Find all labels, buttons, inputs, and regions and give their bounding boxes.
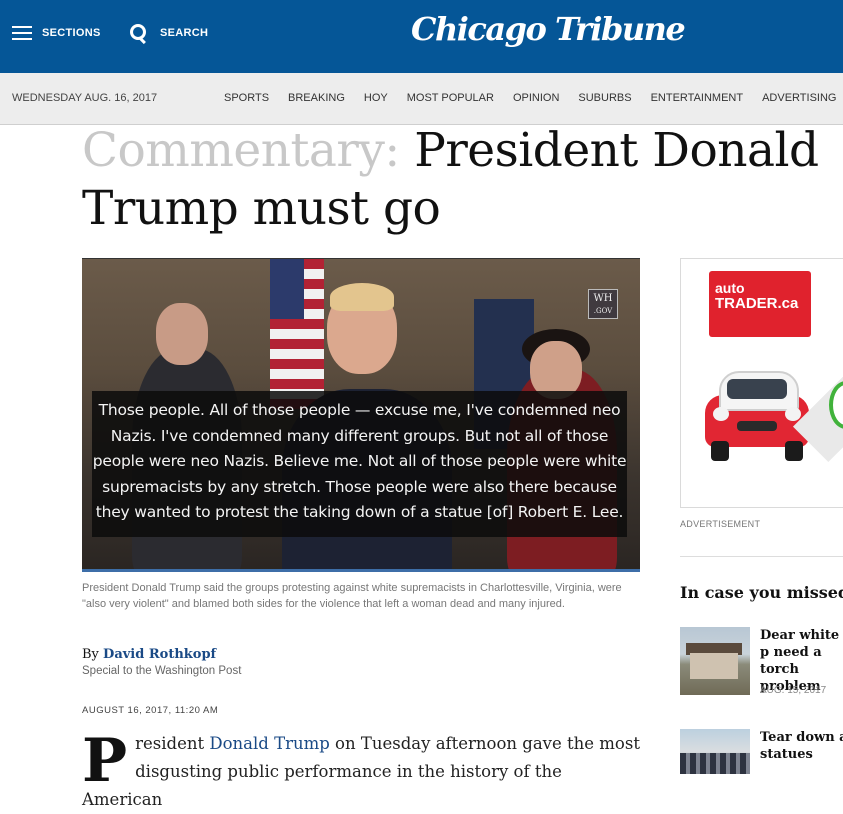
car-image — [701, 363, 813, 463]
story-title[interactable]: Tear down a statues — [760, 729, 843, 763]
article-headline: Commentary: President Donald Trump must … — [82, 122, 843, 238]
current-date: WEDNESDAY AUG. 16, 2017 — [12, 92, 158, 104]
article-video[interactable]: WH .GOV Those people. All of those peopl… — [82, 258, 640, 572]
article-body: P resident Donald Trump on Tuesday after… — [82, 730, 642, 814]
site-header: SECTIONS SEARCH Chicago Tribune — [0, 0, 843, 73]
advertisement-label: ADVERTISEMENT — [680, 519, 761, 529]
sections-label: SECTIONS — [42, 27, 101, 39]
autotrader-logo: auto TRADER.ca — [709, 271, 811, 337]
nav-item-breaking[interactable]: BREAKING — [288, 92, 345, 104]
search-label: SEARCH — [160, 27, 209, 39]
nav-item-advertising[interactable]: ADVERTISING — [762, 92, 836, 104]
ad-brand-line-2: TRADER.ca — [715, 295, 799, 312]
us-flag-graphic — [270, 259, 324, 409]
ad-brand-line-1: auto — [715, 280, 745, 296]
sections-menu-button[interactable]: SECTIONS — [12, 25, 101, 41]
headline-line-2: Trump must go — [82, 181, 441, 236]
hamburger-icon — [12, 25, 32, 41]
publish-timestamp: AUGUST 16, 2017, 11:20 AM — [82, 705, 219, 716]
story-title-text[interactable]: Tear down a statues — [760, 729, 843, 763]
search-button[interactable]: SEARCH — [130, 24, 209, 45]
watermark-text: WH — [593, 293, 613, 304]
video-progress-line — [82, 569, 640, 572]
wh-gov-watermark: WH .GOV — [588, 289, 618, 319]
nav-item-entertainment[interactable]: ENTERTAINMENT — [651, 92, 744, 104]
body-text-start: resident — [135, 734, 210, 753]
nav-item-most-popular[interactable]: MOST POPULAR — [407, 92, 494, 104]
story-thumbnail[interactable] — [680, 729, 750, 774]
media-caption: President Donald Trump said the groups p… — [82, 582, 622, 610]
video-subtitle: Those people. All of those people — excu… — [92, 391, 627, 537]
site-logo[interactable]: Chicago Tribune — [411, 10, 686, 48]
story-thumbnail[interactable] — [680, 627, 750, 695]
person-left-head — [156, 303, 208, 365]
nav-item-hoy[interactable]: HOY — [364, 92, 388, 104]
watermark-subtext: .GOV — [593, 307, 613, 315]
person-center-hair — [330, 283, 394, 311]
section-nav: SPORTS BREAKING HOY MOST POPULAR OPINION… — [224, 92, 843, 104]
headline-kicker: Commentary: — [82, 123, 400, 178]
nav-item-opinion[interactable]: OPINION — [513, 92, 559, 104]
secondary-nav-bar: WEDNESDAY AUG. 16, 2017 SPORTS BREAKING … — [0, 73, 843, 125]
story-date: AUG. 15, 2017 — [760, 685, 827, 696]
nav-item-suburbs[interactable]: SUBURBS — [578, 92, 631, 104]
author-link[interactable]: David Rothkopf — [103, 647, 216, 662]
byline: By David Rothkopf — [82, 647, 216, 662]
drop-cap: P — [82, 726, 128, 796]
donald-trump-link[interactable]: Donald Trump — [209, 734, 329, 753]
in-case-you-missed-heading: In case you missed — [680, 583, 843, 602]
rail-divider — [680, 556, 843, 557]
headline-line-1: President Donald — [414, 123, 819, 178]
byline-prefix: By — [82, 647, 99, 662]
search-icon — [130, 24, 148, 45]
nav-item-sports[interactable]: SPORTS — [224, 92, 269, 104]
author-affiliation: Special to the Washington Post — [82, 665, 242, 677]
autotrader-ad[interactable]: auto TRADER.ca — [680, 258, 843, 508]
